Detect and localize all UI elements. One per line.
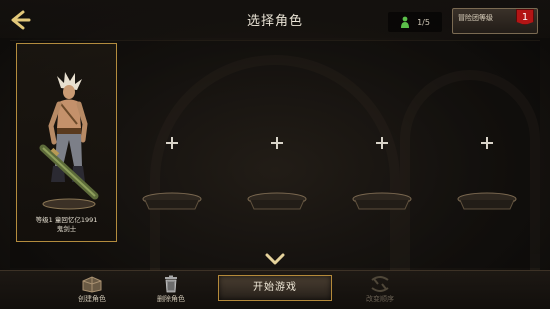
create-icon — [82, 276, 102, 293]
character-portrait — [39, 72, 99, 210]
character-info: 等级1 童回忆亿1991 鬼剑士 — [17, 216, 116, 234]
plus-icon — [479, 135, 495, 151]
adventure-level-button[interactable]: 冒险团等级 1 — [452, 8, 538, 34]
sort-icon — [371, 276, 389, 292]
plus-icon — [269, 135, 285, 151]
change-order-label: 改变顺序 — [366, 295, 394, 303]
pedestal-icon — [142, 192, 201, 210]
character-level-name: 等级1 童回忆亿1991 — [35, 216, 98, 224]
character-slot-counter: 1/5 — [388, 12, 442, 32]
plus-icon — [374, 135, 390, 151]
character-class: 鬼剑士 — [56, 225, 77, 233]
character-slot-1[interactable]: 等级1 童回忆亿1991 鬼剑士 — [16, 43, 117, 242]
back-button[interactable] — [8, 8, 32, 32]
adventure-level-label: 冒险团等级 — [458, 14, 493, 22]
character-slot-5[interactable] — [436, 43, 537, 242]
create-character-button[interactable]: 创建角色 — [62, 273, 122, 307]
character-count-icon — [401, 16, 410, 28]
character-slot-4[interactable] — [331, 43, 432, 242]
plus-icon — [164, 135, 180, 151]
change-order-button[interactable]: 改变顺序 — [350, 273, 410, 307]
slot-count-text: 1/5 — [417, 17, 430, 27]
start-game-button[interactable]: 开始游戏 — [218, 275, 332, 301]
character-slot-3[interactable] — [226, 43, 327, 242]
pedestal-icon — [457, 192, 516, 210]
pedestal-icon — [247, 192, 306, 210]
delete-character-button[interactable]: 删除角色 — [141, 273, 201, 307]
trash-icon — [165, 275, 177, 293]
create-character-label: 创建角色 — [78, 295, 106, 303]
adventure-level-badge: 1 — [516, 9, 534, 25]
pedestal-icon — [352, 192, 411, 210]
character-slot-2[interactable] — [121, 43, 222, 242]
chevron-down-icon[interactable] — [265, 253, 285, 265]
delete-character-label: 删除角色 — [157, 295, 185, 303]
back-arrow-icon — [11, 10, 31, 30]
